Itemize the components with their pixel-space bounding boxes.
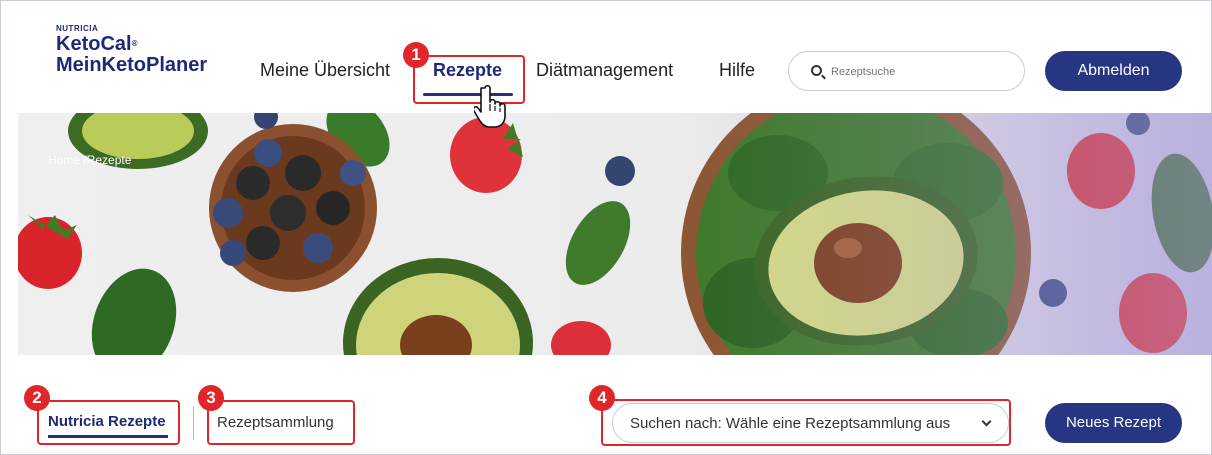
breadcrumb[interactable]: Home /Rezepte: [48, 153, 131, 167]
annotation-box-1: [413, 55, 525, 104]
logo-ketocal: KetoCal®: [56, 33, 138, 55]
hero-banner: Home /Rezepte: [18, 113, 1212, 355]
recipe-search-input[interactable]: [831, 62, 1011, 82]
annotation-marker-4: 4: [589, 385, 615, 411]
nav-item-help[interactable]: Hilfe: [719, 60, 755, 81]
nav-item-diet-management[interactable]: Diätmanagement: [536, 60, 673, 81]
logo-meinketoplaner: MeinKetoPlaner: [56, 54, 208, 76]
hero-shade: [692, 113, 1212, 355]
annotation-marker-3: 3: [198, 385, 224, 411]
logo[interactable]: NUTRICIA KetoCal® MeinKetoPlaner: [56, 24, 207, 76]
annotation-box-3: [207, 400, 355, 445]
logout-button[interactable]: Abmelden: [1045, 51, 1182, 91]
logo-brand: NUTRICIA: [56, 24, 99, 33]
nav-item-overview[interactable]: Meine Übersicht: [260, 60, 390, 81]
annotation-marker-2: 2: [24, 385, 50, 411]
recipe-search[interactable]: [788, 51, 1025, 91]
hand-cursor-icon: [474, 84, 506, 128]
search-icon: [811, 65, 822, 76]
new-recipe-button[interactable]: Neues Rezept: [1045, 403, 1182, 443]
annotation-marker-1: 1: [403, 42, 429, 68]
tab-divider: [193, 406, 194, 440]
annotation-box-2: [37, 400, 180, 445]
annotation-box-4: [601, 399, 1011, 446]
